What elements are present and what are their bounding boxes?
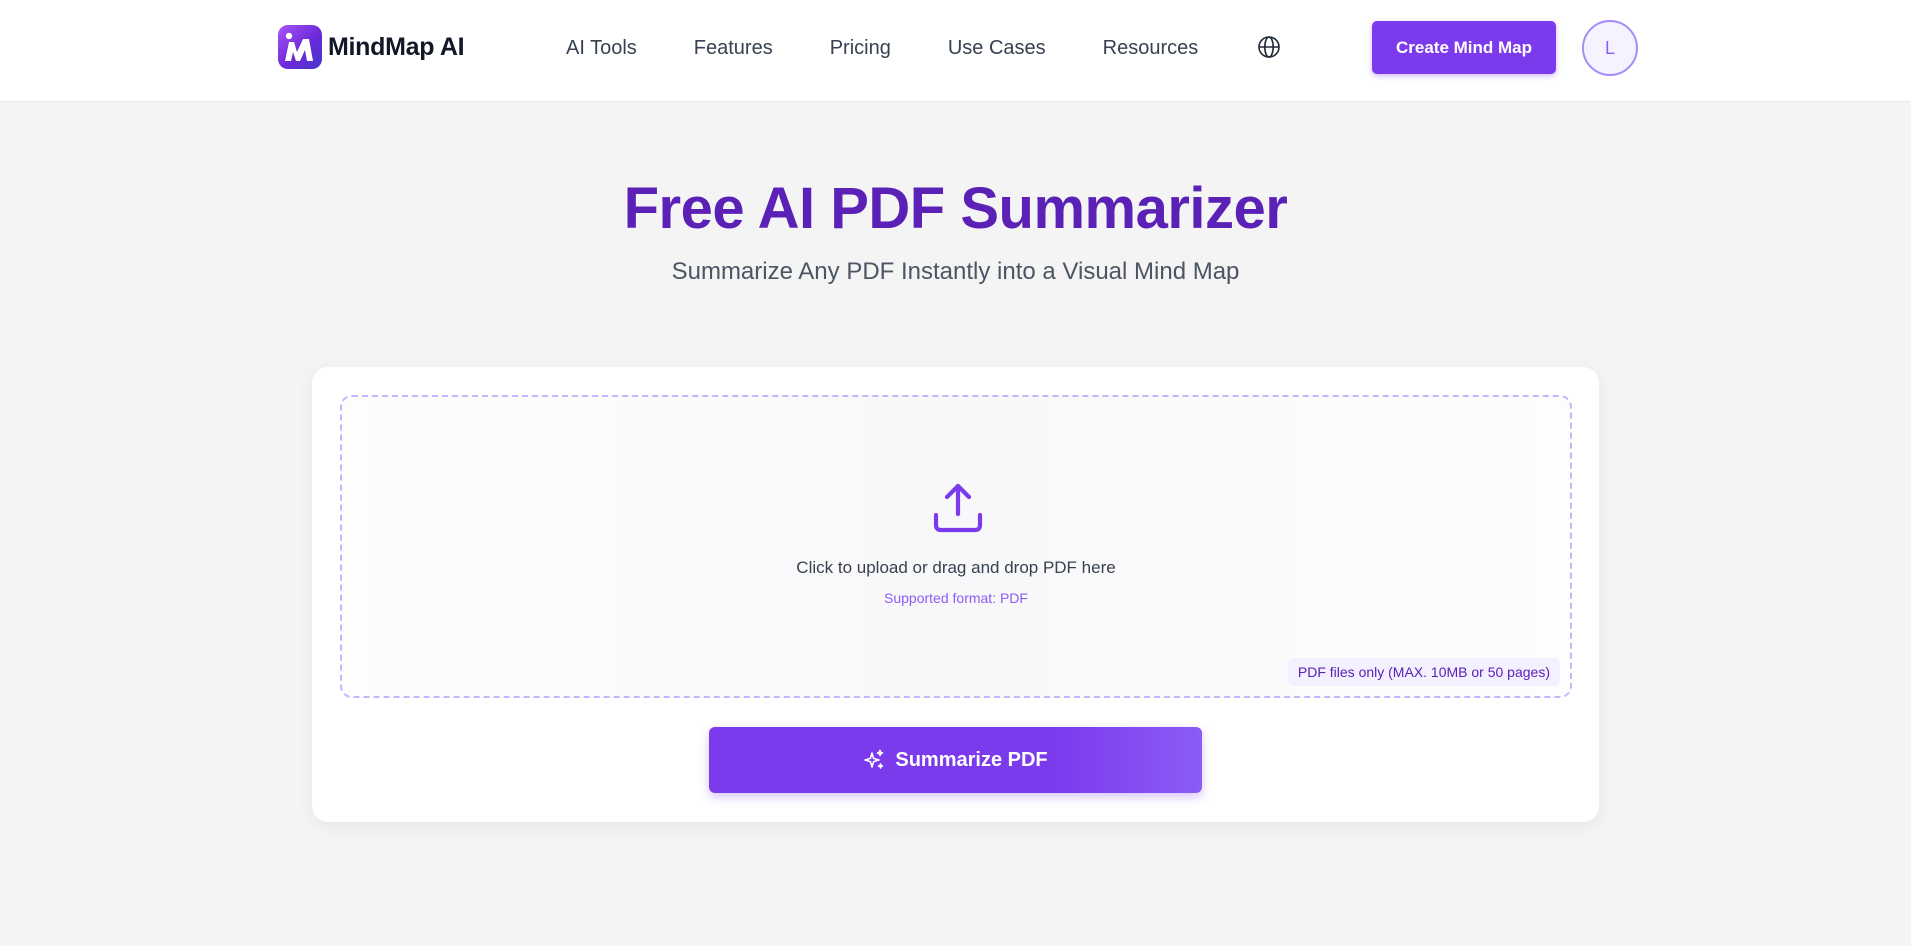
mindmap-logo-icon [278, 25, 322, 69]
brand-logo[interactable]: MindMap AI [278, 25, 465, 69]
nav-item-use-cases[interactable]: Use Cases [948, 37, 1046, 60]
nav-item-resources[interactable]: Resources [1103, 37, 1199, 60]
main-nav: AI Tools Features Pricing Use Cases Reso… [566, 34, 1255, 62]
globe-icon[interactable] [1257, 35, 1281, 59]
supported-format-label: Supported format: PDF [884, 590, 1028, 606]
upload-card: Click to upload or drag and drop PDF her… [312, 367, 1599, 822]
user-avatar[interactable]: L [1582, 20, 1638, 76]
pdf-dropzone[interactable]: Click to upload or drag and drop PDF her… [340, 395, 1572, 698]
file-limit-badge: PDF files only (MAX. 10MB or 50 pages) [1287, 658, 1560, 686]
page-subtitle: Summarize Any PDF Instantly into a Visua… [671, 258, 1240, 285]
create-mind-map-button[interactable]: Create Mind Map [1372, 21, 1556, 74]
nav-item-pricing[interactable]: Pricing [830, 37, 891, 60]
brand-name: MindMap AI [328, 32, 465, 61]
upload-instructions: Click to upload or drag and drop PDF her… [796, 558, 1116, 577]
upload-icon [931, 481, 985, 535]
sparkle-icon [863, 749, 885, 771]
summarize-pdf-button[interactable]: Summarize PDF [709, 727, 1202, 793]
summarize-pdf-label: Summarize PDF [895, 748, 1048, 771]
nav-item-features[interactable]: Features [694, 37, 773, 60]
nav-item-ai-tools[interactable]: AI Tools [566, 37, 637, 60]
top-navigation-bar: MindMap AI AI Tools Features Pricing Use… [0, 0, 1911, 102]
page-title: Free AI PDF Summarizer [623, 176, 1288, 241]
